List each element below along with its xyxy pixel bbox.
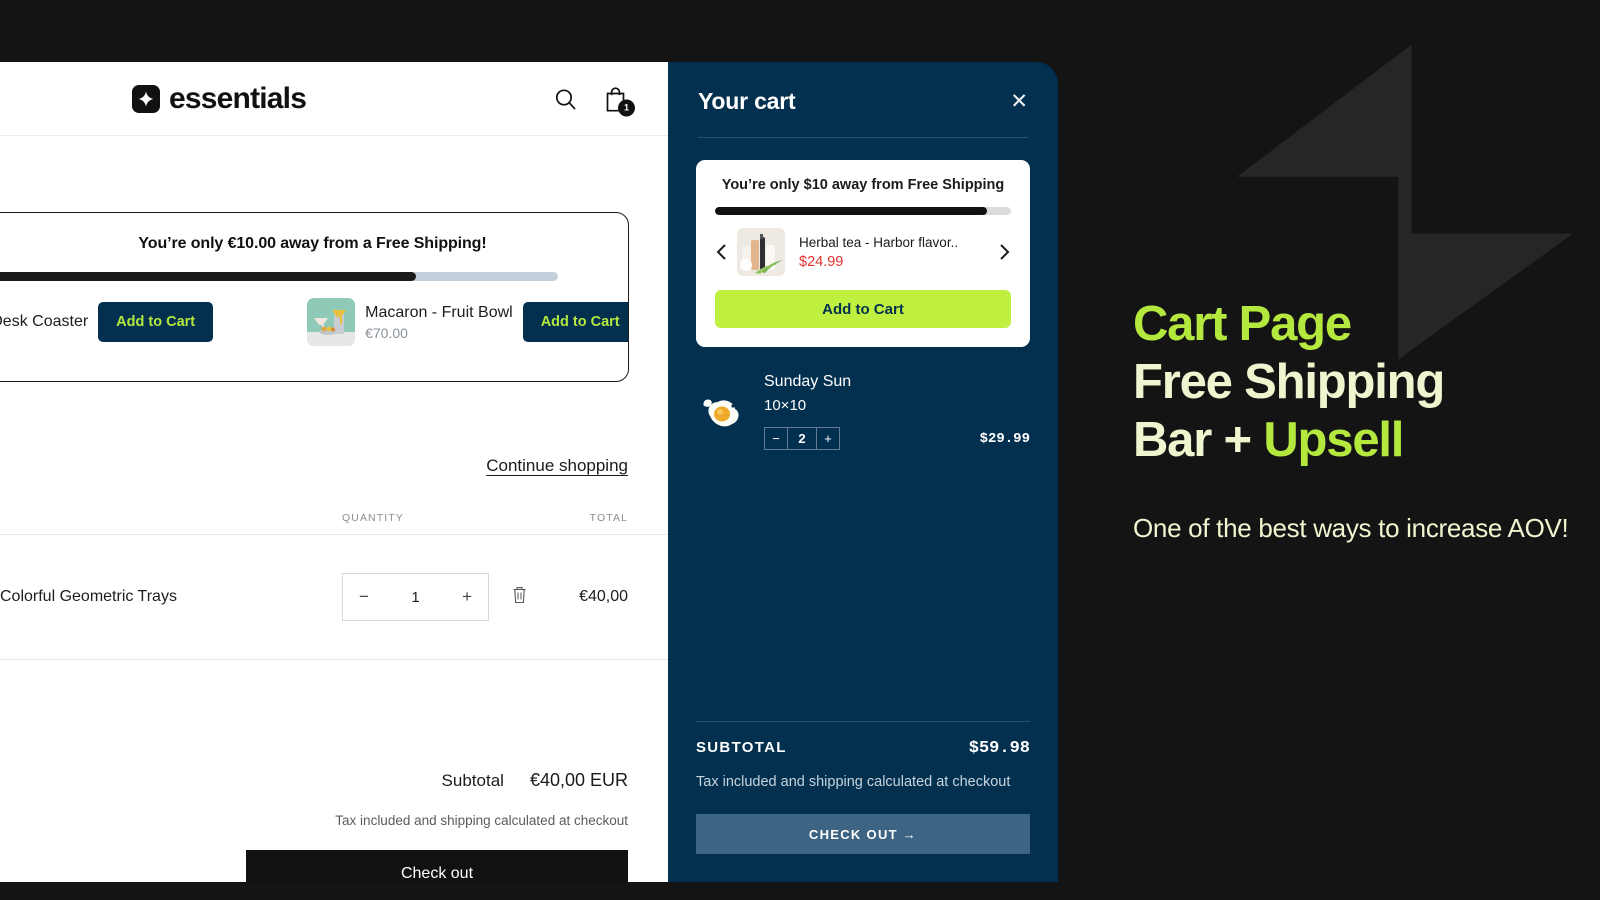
drawer-title: Your cart	[698, 88, 796, 114]
trash-icon[interactable]	[511, 585, 528, 609]
cart-item-name: Colorful Geometric Trays	[0, 588, 177, 605]
drawer-upsell-card: You’re only $10 away from Free Shipping	[696, 160, 1030, 347]
add-to-cart-button[interactable]: Add to Cart	[715, 290, 1011, 328]
cart-item-details: Sunday Sun 10×10 − 2 + $29.99	[764, 373, 1030, 450]
cart-item-name: Sunday Sun	[764, 373, 852, 390]
promo-panel: Cart Page Free Shipping Bar + Upsell One…	[1133, 296, 1573, 547]
subtotal-value: €40,00 EUR	[529, 770, 628, 790]
cart-page-screenshot: essentials 1 You’re only €10.00 away fro…	[0, 62, 668, 882]
promo-line-3a: Bar +	[1133, 412, 1264, 467]
promo-line-3b: Upsell	[1263, 412, 1404, 467]
column-header-quantity: QUANTITY	[342, 512, 404, 524]
cart-item-controls: − 2 + $29.99	[764, 427, 1030, 450]
checkout-button[interactable]: Check out	[246, 850, 628, 882]
promo-line-2: Free Shipping	[1133, 354, 1445, 409]
upsell-slide: ed Desk Coaster Add to Cart	[0, 302, 214, 342]
upsell-product-name: ed Desk Coaster	[0, 313, 89, 330]
subtotal-value: $59.98	[968, 739, 1030, 759]
upsell-info: Herbal tea - Harbor flavor.. $24.99	[793, 235, 989, 270]
cart-count-badge: 1	[618, 99, 635, 116]
table-header-row: QUANTITY TOTAL	[0, 512, 668, 535]
continue-shopping-link[interactable]: Continue shopping	[486, 456, 628, 476]
tax-note: Tax included and shipping calculated at …	[335, 813, 628, 828]
free-shipping-progress-track	[0, 272, 558, 281]
upsell-info: Macaron - Fruit Bowl €70.00	[365, 304, 513, 341]
quantity-decrease-button[interactable]: −	[359, 587, 369, 607]
quantity-value[interactable]: 1	[411, 589, 419, 606]
cart-drawer: Your cart ✕ You’re only $10 away from Fr…	[668, 62, 1058, 882]
chevron-left-icon[interactable]	[715, 242, 729, 262]
quantity-decrease-button[interactable]: −	[765, 431, 787, 446]
subtotal-row: Subtotal €40,00 EUR	[208, 770, 628, 791]
upsell-slide: Macaron - Fruit Bowl €70.00 Add to Cart	[307, 298, 628, 346]
column-header-total: TOTAL	[589, 512, 628, 524]
promo-line-1: Cart Page	[1133, 297, 1352, 351]
free-shipping-progress-track	[715, 207, 1011, 215]
chevron-right-icon[interactable]	[997, 242, 1011, 262]
store-name: essentials	[169, 81, 307, 115]
upsell-product-price: $24.99	[799, 253, 844, 270]
shopping-bag-icon[interactable]: 1	[603, 85, 635, 116]
search-icon[interactable]	[554, 87, 577, 110]
free-shipping-message: You’re only $10 away from Free Shipping	[721, 177, 1005, 193]
four-point-star-icon	[132, 84, 160, 113]
store-header: essentials 1	[0, 62, 668, 136]
list-item: Sunday Sun 10×10 − 2 + $29.99	[668, 347, 1058, 450]
upsell-product-name: Herbal tea - Harbor flavor..	[799, 234, 959, 250]
promo-heading: Cart Page Free Shipping Bar + Upsell	[1133, 296, 1573, 469]
quantity-value[interactable]: 2	[787, 428, 817, 449]
add-to-cart-button[interactable]: Add to Cart	[98, 302, 214, 342]
upsell-info: ed Desk Coaster	[0, 313, 88, 331]
quantity-increase-button[interactable]: +	[462, 587, 472, 607]
subtotal-row: SUBTOTAL $59.98	[696, 739, 1030, 758]
upsell-product-thumbnail	[737, 228, 785, 276]
free-shipping-message: You’re only €10.00 away from a Free Ship…	[138, 235, 487, 252]
upsell-product-thumbnail	[307, 298, 356, 346]
fried-egg-icon	[696, 386, 748, 438]
cart-item-total: €40,00	[579, 588, 628, 605]
free-shipping-upsell-widget: You’re only €10.00 away from a Free Ship…	[0, 212, 629, 382]
subtotal-label: Subtotal	[441, 771, 504, 790]
drawer-divider	[698, 137, 1028, 138]
quantity-increase-button[interactable]: +	[817, 431, 839, 446]
free-shipping-progress-fill	[0, 272, 416, 281]
drawer-header: Your cart ✕	[668, 62, 1058, 115]
add-to-cart-button[interactable]: Add to Cart	[522, 302, 628, 342]
cart-item-price: $29.99	[979, 430, 1030, 447]
cart-items-table: QUANTITY TOTAL Colorful Geometric Trays …	[0, 512, 668, 660]
upsell-product-price: €70.00	[365, 324, 408, 341]
header-actions: 1	[554, 85, 635, 116]
checkout-button[interactable]: CHECK OUT →	[696, 814, 1030, 854]
screenshot-root: essentials 1 You’re only €10.00 away fro…	[0, 0, 1600, 900]
upsell-carousel: Herbal tea - Harbor flavor.. $24.99	[715, 228, 1011, 276]
upsell-product-name: Macaron - Fruit Bowl	[365, 303, 513, 321]
store-logo[interactable]: essentials	[132, 81, 307, 116]
cart-item-variant: 10×10	[764, 397, 807, 414]
upsell-carousel: ed Desk Coaster Add to Cart	[0, 298, 628, 346]
quantity-stepper[interactable]: − 1 +	[342, 573, 489, 621]
quantity-stepper[interactable]: − 2 +	[764, 427, 840, 450]
tax-note: Tax included and shipping calculated at …	[696, 774, 1011, 791]
promo-subtitle: One of the best ways to increase AOV!	[1133, 513, 1569, 544]
table-row: Colorful Geometric Trays − 1 + €40,00	[0, 535, 668, 660]
close-icon[interactable]: ✕	[1010, 91, 1028, 112]
footer-divider	[696, 721, 1030, 723]
subtotal-label: SUBTOTAL	[696, 739, 787, 757]
free-shipping-progress-fill	[715, 207, 988, 215]
drawer-footer: SUBTOTAL $59.98 Tax included and shippin…	[668, 721, 1058, 882]
cart-totals: Subtotal €40,00 EUR Tax included and shi…	[208, 770, 628, 882]
cart-item-quantity-cell: − 1 +	[342, 573, 528, 621]
